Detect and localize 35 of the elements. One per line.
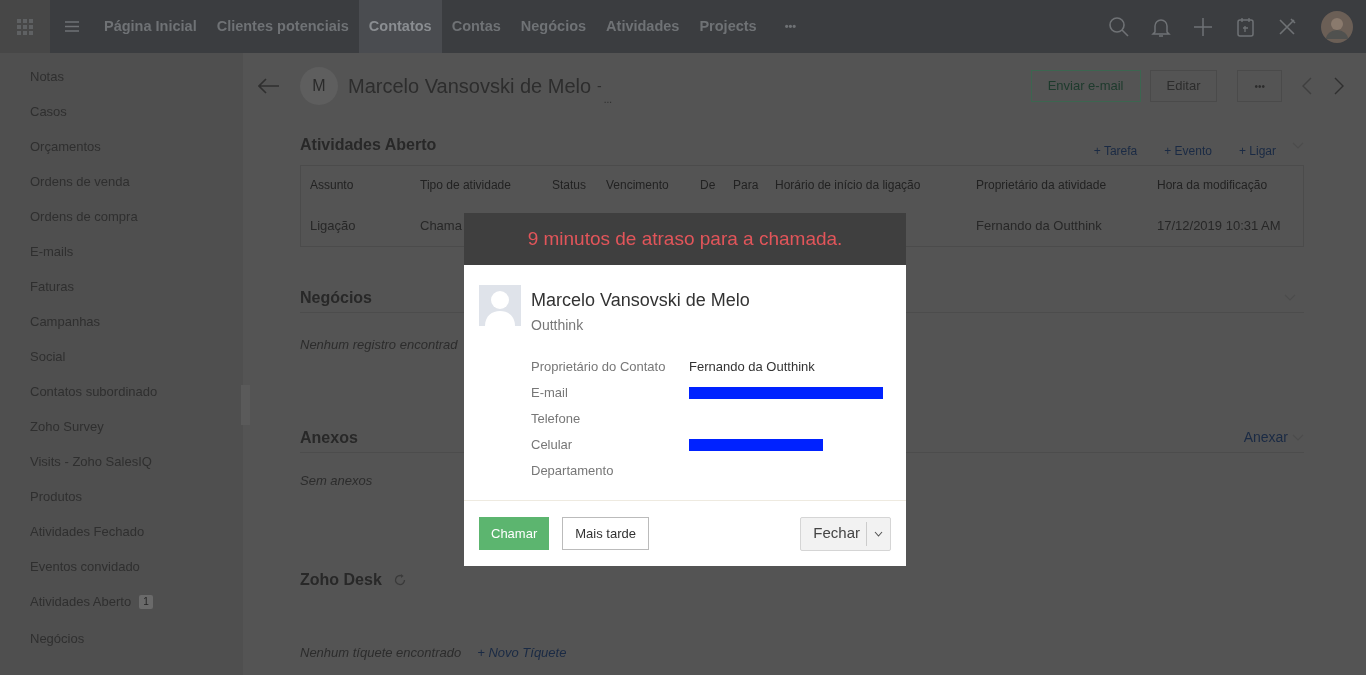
chevron-down-icon (874, 530, 883, 537)
bell-icon[interactable] (1151, 16, 1171, 37)
field-label: Celular (531, 436, 574, 455)
later-button[interactable]: Mais tarde (562, 517, 649, 550)
dialog-title: 9 minutos de atraso para a chamada. (464, 213, 906, 265)
field-label: E-mail (531, 384, 569, 403)
more-link[interactable]: ... (603, 92, 613, 107)
record-suffix: - (597, 76, 602, 96)
field-label: Departamento (531, 462, 615, 481)
attach-link[interactable]: Anexar (1243, 427, 1288, 448)
contact-name: Marcelo Vansovski de Melo (531, 289, 751, 311)
add-link[interactable]: + Ligar (1238, 142, 1276, 160)
search-icon[interactable] (1109, 16, 1129, 37)
plus-icon[interactable] (1193, 16, 1213, 37)
tools-icon[interactable] (1277, 16, 1297, 37)
menu-icon[interactable] (65, 21, 79, 32)
calendar-icon[interactable] (1235, 16, 1255, 37)
more-button[interactable]: ••• (1237, 70, 1282, 102)
new-ticket-link[interactable]: + Novo Tíquete (477, 643, 567, 663)
field-value: Fernando da Outthink (689, 358, 815, 377)
nav-tab[interactable]: Contatos (358, 0, 442, 53)
company-name: Outthink (531, 316, 585, 335)
add-link[interactable]: + Tarefa (1093, 142, 1138, 160)
back-arrow-icon[interactable] (258, 78, 280, 94)
add-link[interactable]: + Evento (1164, 142, 1212, 160)
more-button[interactable]: ••• (774, 0, 807, 53)
field-label: Telefone (531, 410, 582, 429)
count-badge: 1 (139, 595, 153, 609)
contact-photo-placeholder-icon (479, 285, 521, 326)
call-button[interactable]: Chamar (479, 517, 550, 550)
refresh-icon[interactable] (393, 574, 406, 586)
field-label: Proprietário do Contato (531, 358, 667, 377)
next-icon[interactable] (1334, 77, 1344, 95)
app-grid-icon[interactable] (17, 18, 33, 35)
user-avatar-icon[interactable] (1321, 10, 1353, 43)
